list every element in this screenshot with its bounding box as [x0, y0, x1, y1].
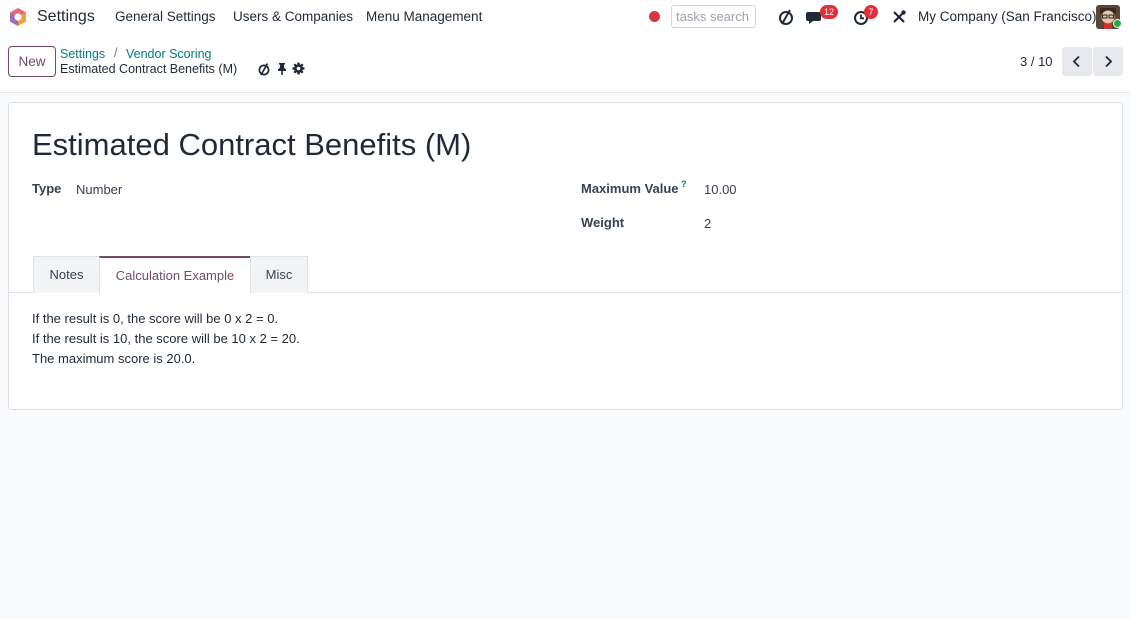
pin-icon[interactable]: [276, 62, 288, 75]
calculation-line: If the result is 0, the score will be 0 …: [32, 311, 279, 326]
pager-next-button[interactable]: [1093, 47, 1123, 76]
pager-previous-button[interactable]: [1062, 47, 1092, 76]
app-name[interactable]: Settings: [37, 8, 95, 26]
breadcrumb-settings[interactable]: Settings: [60, 47, 105, 61]
calculation-line: If the result is 10, the score will be 1…: [32, 331, 300, 346]
activities-count-badge: 7: [864, 5, 878, 19]
tab-calculation-example[interactable]: Calculation Example: [99, 256, 251, 294]
tab-notes[interactable]: Notes: [33, 256, 100, 293]
gear-icon[interactable]: [292, 62, 305, 75]
recording-indicator-icon[interactable]: [649, 11, 660, 22]
chevron-left-icon: [1072, 55, 1080, 68]
tasks-search-input[interactable]: tasks search: [671, 5, 756, 28]
weight-label: Weight: [581, 215, 625, 230]
maximum-value-help-icon[interactable]: ?: [681, 179, 687, 189]
company-switcher[interactable]: My Company (San Francisco): [918, 9, 1097, 24]
new-button[interactable]: New: [8, 46, 56, 77]
type-label: Type: [32, 181, 62, 196]
menu-users-companies[interactable]: Users & Companies: [233, 9, 353, 24]
breadcrumb-separator: /: [114, 46, 118, 60]
online-status-icon: [1113, 19, 1122, 28]
tab-misc[interactable]: Misc: [250, 256, 308, 293]
calculation-line: The maximum score is 20.0.: [32, 351, 196, 366]
top-navbar: Settings General Settings Users & Compan…: [0, 0, 1130, 34]
menu-menu-management[interactable]: Menu Management: [366, 9, 482, 24]
maximum-value-field[interactable]: 10.00: [704, 182, 737, 197]
discard-refresh-icon[interactable]: [257, 62, 271, 76]
messages-count-badge: 12: [820, 5, 839, 19]
weight-field[interactable]: 2: [704, 216, 711, 231]
odoo-app-icon[interactable]: [8, 7, 28, 27]
control-panel: New Settings / Vendor Scoring Estimated …: [0, 34, 1130, 93]
form-sheet: Estimated Contract Benefits (M) Type Num…: [8, 102, 1123, 410]
type-field[interactable]: Number: [76, 182, 122, 197]
menu-general-settings[interactable]: General Settings: [115, 9, 216, 24]
pager-value[interactable]: 3 / 10: [1020, 54, 1053, 69]
record-title[interactable]: Estimated Contract Benefits (M): [32, 127, 471, 163]
breadcrumb-current-record: Estimated Contract Benefits (M): [60, 62, 238, 76]
chevron-right-icon: [1105, 55, 1113, 68]
tools-icon[interactable]: [891, 9, 907, 25]
debug-refresh-icon[interactable]: [777, 8, 795, 26]
breadcrumb-vendor-scoring[interactable]: Vendor Scoring: [126, 47, 211, 61]
maximum-value-label: Maximum Value: [581, 181, 679, 196]
